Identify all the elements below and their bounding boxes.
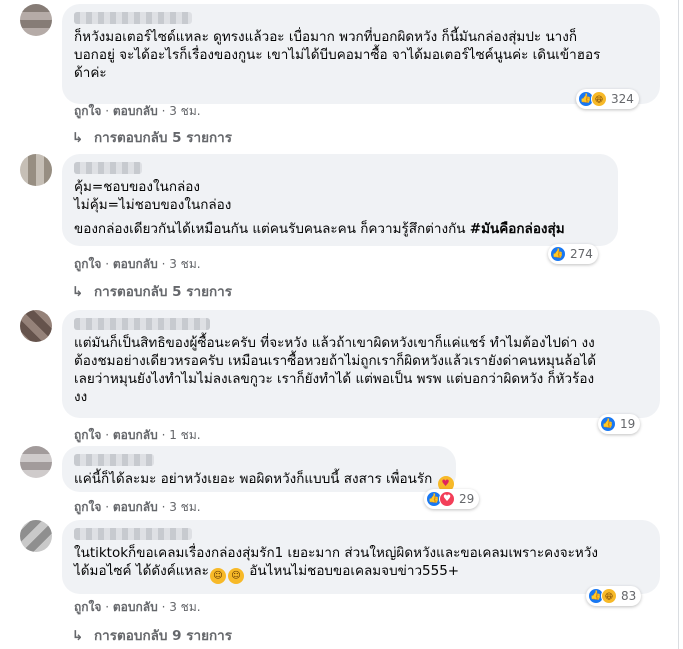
view-replies-link[interactable]: ↳ การตอบกลับ 9 รายการ: [72, 624, 232, 646]
reaction-summary[interactable]: 👍 19: [598, 414, 641, 434]
page-edge-divider: [678, 0, 679, 649]
reaction-summary[interactable]: 👍 😆 83: [586, 586, 642, 606]
rolling-laughing-emoji-icon: ☺: [227, 568, 244, 584]
comment-timestamp[interactable]: 3 ชม.: [169, 104, 200, 118]
author-name-redacted[interactable]: [74, 528, 192, 540]
avatar[interactable]: [20, 310, 52, 342]
reply-action[interactable]: ตอบกลับ: [113, 104, 158, 118]
like-icon: 👍: [600, 416, 616, 432]
comment-text: ของกล่องเดียวกันได้เหมือนกัน แต่คนรับคนล…: [74, 221, 565, 237]
author-name-redacted[interactable]: [74, 12, 192, 24]
author-name-redacted[interactable]: [74, 318, 210, 330]
reaction-summary[interactable]: 👍 ♥ 29: [424, 489, 480, 509]
comment-timestamp[interactable]: 3 ชม.: [169, 500, 200, 514]
comment-text: ได้มอไซค์ ได้ดังค์แหละ ☺ ☺ อันไหนไม่ชอบขอเ…: [74, 562, 648, 584]
comment-text: เลยว่าหมุนยังไงทำไมไม่ลงเลขกูวะ เราก็ยัง…: [74, 371, 595, 387]
comment-text: ต้องชมอย่างเดียวหรอครับ เหมือนเราซื้อหวย…: [74, 353, 597, 369]
comment-text: แต่มันก็เป็นสิทธิของผู้ซื้อนะครับ ที่จะห…: [74, 335, 595, 351]
comment-meta: ถูกใจ · ตอบกลับ · 3 ชม.: [74, 104, 201, 118]
comment-text: ก็หวังมอเตอร์ไซด์แหละ ดูทรงแล้วอะ เบื่อม…: [74, 29, 578, 45]
hashtag-link[interactable]: #มันคือกล่องสุ่ม: [470, 221, 565, 237]
reaction-count: 29: [459, 492, 475, 506]
comment-timestamp[interactable]: 3 ชม.: [169, 257, 200, 271]
haha-icon: 😆: [601, 588, 617, 604]
comment-text: บอกอยู่ จะได้อะไรก็เรื่องของกูนะ เขาไม่ไ…: [74, 47, 601, 63]
reply-action[interactable]: ตอบกลับ: [113, 257, 158, 271]
like-action[interactable]: ถูกใจ: [74, 104, 101, 118]
reaction-count: 324: [611, 92, 634, 106]
comment-text: ไม่คุ้ม=ไม่ชอบของในกล่อง: [74, 197, 232, 213]
author-name-redacted[interactable]: [74, 454, 154, 466]
laughing-emoji-icon: ☺: [209, 568, 226, 584]
comment-bubble: แค่นี้ก็ได้ละมะ อย่าหวังเยอะ พอผิดหวังก็…: [62, 446, 456, 492]
replies-count-label: การตอบกลับ 5 รายการ: [94, 284, 233, 300]
reply-action[interactable]: ตอบกลับ: [113, 600, 158, 614]
reaction-summary[interactable]: 👍 😆 324: [576, 89, 639, 109]
like-action[interactable]: ถูกใจ: [74, 428, 101, 442]
like-action[interactable]: ถูกใจ: [74, 257, 101, 271]
replies-count-label: การตอบกลับ 5 รายการ: [94, 130, 233, 146]
comment-meta: ถูกใจ · ตอบกลับ · 3 ชม.: [74, 500, 201, 514]
like-action[interactable]: ถูกใจ: [74, 600, 101, 614]
comment-text: ด้าค่ะ: [74, 65, 107, 81]
comment-timestamp[interactable]: 1 ชม.: [169, 428, 200, 442]
comment-text: ในtiktokก็ขอเคลมเรื่องกล่องสุ่มรัก1 เยอะ…: [74, 545, 598, 561]
comment-text: คุ้ม=ชอบของในกล่อง: [74, 179, 200, 195]
like-action[interactable]: ถูกใจ: [74, 500, 101, 514]
view-replies-link[interactable]: ↳ การตอบกลับ 5 รายการ: [72, 280, 232, 302]
comment-bubble: แต่มันก็เป็นสิทธิของผู้ซื้อนะครับ ที่จะห…: [62, 310, 660, 418]
avatar[interactable]: [20, 520, 52, 552]
comment-meta: ถูกใจ · ตอบกลับ · 3 ชม.: [74, 600, 201, 614]
author-name-redacted[interactable]: [74, 162, 142, 174]
reaction-count: 274: [570, 247, 593, 261]
avatar[interactable]: [20, 4, 52, 36]
avatar[interactable]: [20, 154, 52, 186]
replies-count-label: การตอบกลับ 9 รายการ: [94, 628, 233, 644]
comment-bubble: ก็หวังมอเตอร์ไซด์แหละ ดูทรงแล้วอะ เบื่อม…: [62, 4, 660, 104]
like-icon: 👍: [550, 246, 566, 262]
reply-arrow-icon: ↳: [72, 130, 84, 146]
love-icon: ♥: [439, 491, 455, 507]
reaction-summary[interactable]: 👍 274: [548, 244, 598, 264]
comment-meta: ถูกใจ · ตอบกลับ · 3 ชม.: [74, 257, 201, 271]
reply-action[interactable]: ตอบกลับ: [113, 428, 158, 442]
reply-action[interactable]: ตอบกลับ: [113, 500, 158, 514]
reaction-count: 19: [620, 417, 636, 431]
haha-icon: 😆: [591, 91, 607, 107]
comment-text: แค่นี้ก็ได้ละมะ อย่าหวังเยอะ พอผิดหวังก็…: [74, 470, 454, 492]
reply-arrow-icon: ↳: [72, 284, 84, 300]
comment-bubble: ในtiktokก็ขอเคลมเรื่องกล่องสุ่มรัก1 เยอะ…: [62, 520, 660, 594]
avatar[interactable]: [20, 446, 52, 478]
comment-meta: ถูกใจ · ตอบกลับ · 1 ชม.: [74, 428, 201, 442]
reply-arrow-icon: ↳: [72, 628, 84, 644]
comment-text: งง: [74, 389, 88, 405]
comment-bubble: คุ้ม=ชอบของในกล่อง ไม่คุ้ม=ไม่ชอบของในกล…: [62, 154, 618, 246]
reaction-count: 83: [621, 589, 637, 603]
view-replies-link[interactable]: ↳ การตอบกลับ 5 รายการ: [72, 126, 232, 148]
comment-timestamp[interactable]: 3 ชม.: [169, 600, 200, 614]
